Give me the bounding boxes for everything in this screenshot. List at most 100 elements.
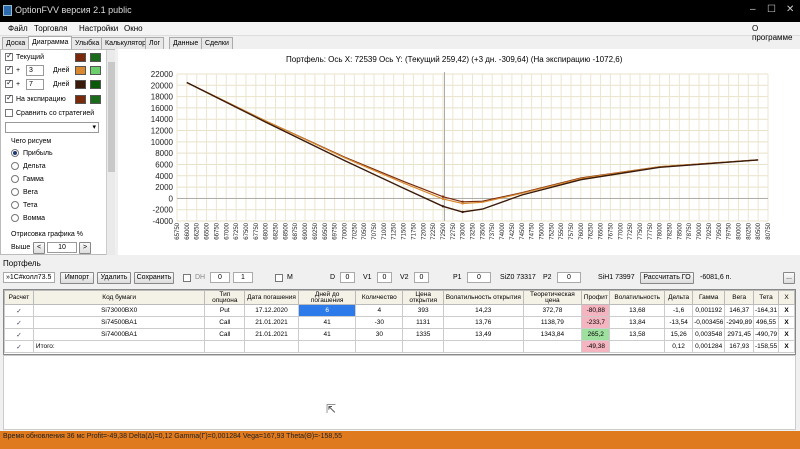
checkbox-icon[interactable]	[5, 93, 13, 103]
maximize-button[interactable]: ☐	[767, 4, 776, 15]
days-input-1[interactable]: 3	[26, 65, 44, 76]
payoff-chart[interactable]: Портфель: Ось X: 72539 Ось Y: (Текущий 2…	[118, 49, 800, 255]
col-volatility[interactable]: Волатильность	[609, 290, 666, 305]
col-open-price[interactable]: Цена открытия	[402, 290, 445, 305]
calc-checkbox[interactable]: ✓	[4, 316, 34, 329]
table-cell[interactable]	[297, 340, 357, 353]
import-button[interactable]: Импорт	[60, 272, 94, 284]
menu-settings[interactable]: Настройки	[79, 24, 118, 33]
radio-vomma[interactable]: Вомма	[11, 214, 45, 226]
days-input-2[interactable]: 7	[26, 79, 44, 90]
strategy-dropdown[interactable]: ▾	[5, 122, 99, 133]
close-button[interactable]: ✕	[786, 4, 794, 15]
tab-data[interactable]: Данные	[169, 37, 203, 49]
color-swatch[interactable]	[75, 66, 86, 75]
calc-checkbox[interactable]: ✓	[4, 304, 34, 317]
checkbox-icon[interactable]	[5, 109, 13, 117]
panel-scrollbar[interactable]	[106, 50, 115, 255]
col-code[interactable]: Код бумаги	[32, 290, 206, 305]
col-gamma[interactable]: Гамма	[692, 290, 726, 305]
color-swatch[interactable]	[75, 53, 86, 62]
tab-diagram[interactable]: Диаграмма	[28, 36, 73, 49]
col-quantity[interactable]: Количество	[355, 290, 404, 305]
col-theor-price[interactable]: Теоретическая цена	[522, 290, 583, 305]
above-input[interactable]: 10	[47, 242, 77, 253]
calc-checkbox[interactable]: ✓	[4, 340, 34, 353]
total-row[interactable]: ✓ Итого: -49,38 0,12 0,001284 167,93 -158,55 X	[4, 340, 795, 353]
dh-checkbox[interactable]	[183, 274, 191, 282]
dh-input-2[interactable]: 1	[233, 272, 253, 283]
remove-row-button[interactable]: X	[778, 328, 795, 341]
radio-delta[interactable]: Дельта	[11, 162, 46, 174]
menu-file[interactable]: Файл	[8, 24, 28, 33]
col-open-volatility[interactable]: Волатильность открытия	[443, 290, 524, 305]
v2-input[interactable]: 0	[414, 272, 429, 283]
p1-input[interactable]: 0	[467, 272, 491, 283]
tab-calculator[interactable]: Калькулятор	[101, 37, 150, 49]
col-profit[interactable]: Профит	[581, 290, 611, 305]
menu-window[interactable]: Окно	[124, 24, 143, 33]
radio-vega[interactable]: Вега	[11, 188, 38, 200]
expiration-checkbox[interactable]: На экспирацию	[5, 93, 66, 107]
table-row[interactable]: ✓ Si73000BX0 Put 17.12.2020 6 4 393 14,23 372,78…	[4, 304, 795, 317]
remove-row-button[interactable]: X	[778, 316, 795, 329]
p2-input[interactable]: 0	[557, 272, 581, 283]
table-cell: 1138,79	[522, 316, 583, 329]
d-input[interactable]: 0	[340, 272, 355, 283]
col-delta[interactable]: Дельта	[664, 290, 694, 305]
remove-row-button[interactable]: X	[778, 340, 795, 353]
tab-deals[interactable]: Сделки	[201, 37, 233, 49]
save-button[interactable]: Сохранить	[134, 272, 174, 284]
radio-gamma[interactable]: Гамма	[11, 175, 44, 187]
delete-button[interactable]: Удалить	[97, 272, 131, 284]
radio-icon[interactable]	[11, 162, 19, 170]
radio-profit[interactable]: Прибыль	[11, 149, 53, 161]
tab-smile[interactable]: Улыбка	[71, 37, 104, 49]
decrease-button[interactable]: <	[33, 242, 45, 254]
portfolio-select[interactable]: »1С#колл73.5	[3, 272, 55, 283]
table-cell[interactable]: 41	[297, 328, 357, 341]
menu-trade[interactable]: Торговля	[34, 24, 67, 33]
tab-board[interactable]: Доска	[2, 37, 30, 49]
color-swatch[interactable]	[90, 53, 101, 62]
radio-icon[interactable]	[11, 214, 19, 222]
menu-about[interactable]: О программе	[752, 24, 800, 42]
checkbox-icon[interactable]	[5, 64, 13, 74]
calc-checkbox[interactable]: ✓	[4, 328, 34, 341]
col-type[interactable]: Тип опциона	[204, 290, 246, 305]
col-days-left[interactable]: Дней до погашения	[297, 290, 357, 305]
color-swatch[interactable]	[90, 66, 101, 75]
color-swatch[interactable]	[75, 80, 86, 89]
color-swatch[interactable]	[75, 95, 86, 104]
chart-canvas[interactable]: Портфель: Ось X: 72539 Ось Y: (Текущий 2…	[118, 49, 800, 255]
compare-checkbox[interactable]: Сравнить со стратегией	[5, 109, 94, 121]
calculate-go-button[interactable]: Рассчитать ГО	[640, 272, 694, 284]
more-button[interactable]: ...	[783, 272, 795, 284]
table-row[interactable]: ✓ Si74500BA1 Call 21.01.2021 41 -30 1131 13,76 1…	[4, 316, 795, 329]
scrollbar-thumb[interactable]	[108, 62, 115, 172]
col-calc[interactable]: Расчет	[4, 290, 34, 305]
checkbox-icon[interactable]	[5, 78, 13, 88]
color-swatch[interactable]	[90, 80, 101, 89]
checkbox-icon[interactable]	[5, 51, 13, 61]
col-vega[interactable]: Вега	[724, 290, 755, 305]
radio-icon[interactable]	[11, 175, 19, 183]
m-checkbox[interactable]	[275, 274, 283, 282]
radio-theta[interactable]: Тета	[11, 201, 38, 213]
dh-input[interactable]: 0	[210, 272, 230, 283]
minimize-button[interactable]: –	[750, 4, 756, 15]
radio-icon[interactable]	[11, 188, 19, 196]
col-theta[interactable]: Тета	[753, 290, 780, 305]
window-title: OptionFVV версия 2.1 public	[15, 5, 132, 15]
table-row[interactable]: ✓ Si74000BA1 Call 21.01.2021 41 30 1335 13,49 13…	[4, 328, 795, 341]
v1-input[interactable]: 0	[377, 272, 392, 283]
radio-icon[interactable]	[11, 201, 19, 209]
color-swatch[interactable]	[90, 95, 101, 104]
tab-log[interactable]: Лог	[145, 37, 165, 49]
remove-row-button[interactable]: X	[778, 304, 795, 317]
table-cell[interactable]: 6	[297, 304, 357, 317]
radio-icon[interactable]	[11, 149, 19, 157]
table-cell[interactable]: 41	[297, 316, 357, 329]
col-expiration-date[interactable]: Дата погашения	[244, 290, 299, 305]
increase-button[interactable]: >	[79, 242, 91, 254]
